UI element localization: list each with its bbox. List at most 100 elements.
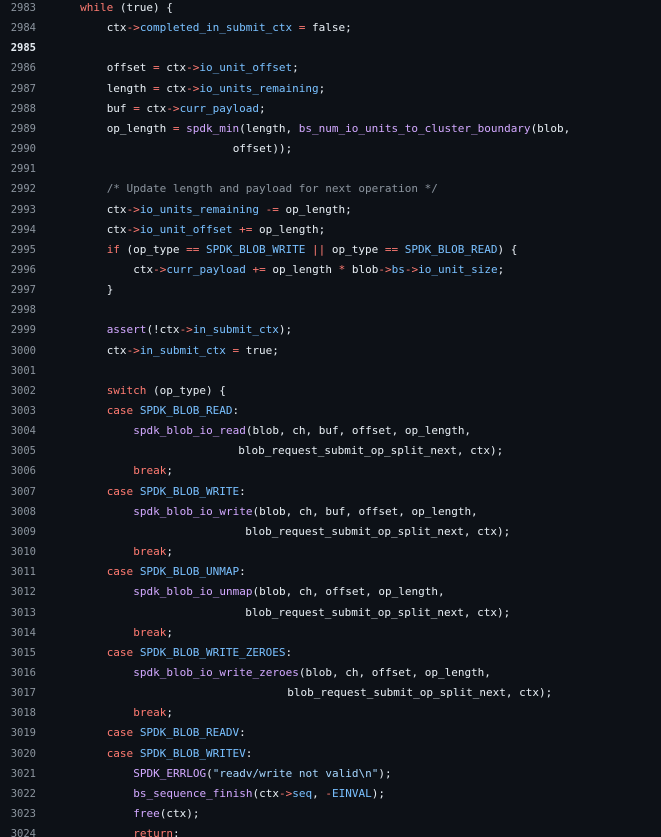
code-token: io_units_remaining: [139, 202, 260, 216]
code-token: spdk_blob_io_write: [133, 504, 253, 518]
line-number[interactable]: 3020: [0, 746, 36, 762]
line-code: ctx->io_units_remaining -= op_length;: [107, 202, 352, 218]
code-token: case: [106, 746, 134, 760]
line-number[interactable]: 2998: [0, 302, 36, 318]
line-number[interactable]: 3000: [0, 343, 36, 359]
line-number[interactable]: 2999: [0, 322, 36, 338]
line-number[interactable]: 3018: [0, 705, 36, 721]
code-token: ctx: [133, 262, 154, 276]
code-line: 2990 offset));: [0, 139, 661, 159]
code-token: offset: [106, 61, 154, 75]
code-token: :: [239, 484, 246, 498]
line-number[interactable]: 2983: [0, 0, 36, 16]
code-line: 2995 if (op_type == SPDK_BLOB_WRITE || op…: [0, 240, 661, 260]
line-number[interactable]: 3024: [0, 826, 36, 837]
line-number[interactable]: 3008: [0, 504, 36, 520]
line-number[interactable]: 2991: [0, 161, 36, 177]
line-number[interactable]: 3006: [0, 463, 36, 479]
code-token: (op_type: [119, 242, 187, 256]
line-number[interactable]: 3022: [0, 786, 36, 802]
line-number[interactable]: 3005: [0, 443, 36, 459]
code-token: case: [106, 726, 134, 740]
line-number[interactable]: 2987: [0, 81, 36, 97]
line-number[interactable]: 3017: [0, 685, 36, 701]
code-token: ;: [166, 464, 174, 478]
code-token: (blob, ch, offset, op_length,: [298, 665, 491, 679]
line-number[interactable]: 3010: [0, 544, 36, 560]
code-token: ||: [312, 242, 326, 256]
code-token: (ctx: [252, 786, 280, 800]
code-token: ,: [312, 786, 326, 800]
code-view: 2983 while (true) {2984 ctx->completed_in_…: [0, 0, 661, 837]
code-token: :: [285, 645, 293, 659]
code-token: SPDK_BLOB_WRITE: [206, 242, 306, 256]
line-number[interactable]: 3015: [0, 645, 36, 661]
code-token: =: [133, 101, 140, 115]
line-number[interactable]: 2984: [0, 20, 36, 36]
line-number[interactable]: 2997: [0, 282, 36, 298]
line-number[interactable]: 3023: [0, 806, 36, 822]
code-token: =: [172, 121, 180, 135]
line-number[interactable]: 2985: [0, 40, 36, 56]
code-token: ==: [384, 242, 399, 256]
code-line: 2992 /* Update length and payload for nex…: [0, 179, 661, 199]
line-number[interactable]: 3003: [0, 403, 36, 419]
code-token: ;: [318, 81, 326, 95]
line-code: offset = ctx->io_unit_offset;: [107, 60, 299, 76]
line-number[interactable]: 3014: [0, 625, 36, 641]
code-token: ->: [166, 101, 180, 115]
line-number[interactable]: 2994: [0, 222, 36, 238]
code-token: SPDK_BLOB_READ: [139, 404, 233, 417]
code-line: 3001: [0, 361, 661, 381]
code-token: /* Update length and payload for next op…: [106, 182, 438, 196]
line-code: ctx->completed_in_submit_ctx = false;: [107, 20, 352, 36]
line-number[interactable]: 2992: [0, 181, 36, 197]
code-line: 3007 case SPDK_BLOB_WRITE:: [0, 482, 661, 502]
line-number[interactable]: 2986: [0, 60, 36, 76]
code-token: assert: [106, 323, 147, 337]
code-token: ;: [259, 101, 266, 115]
line-number[interactable]: 2995: [0, 242, 36, 258]
code-token: (length,: [239, 121, 299, 135]
line-number[interactable]: 3019: [0, 725, 36, 741]
line-number[interactable]: 2996: [0, 262, 36, 278]
line-number[interactable]: 2990: [0, 141, 36, 157]
line-number[interactable]: 3004: [0, 423, 36, 439]
code-token: :: [245, 746, 253, 760]
line-number[interactable]: 2989: [0, 121, 36, 137]
line-number[interactable]: 3021: [0, 766, 36, 782]
line-number[interactable]: 3016: [0, 665, 36, 681]
code-token: blob_request_submit_op_split_next, ctx);: [245, 524, 511, 538]
line-code: ctx->curr_payload += op_length * blob->b…: [133, 262, 504, 278]
line-number[interactable]: 3013: [0, 605, 36, 621]
line-number[interactable]: 2988: [0, 101, 36, 117]
line-code: break;: [133, 544, 173, 560]
code-token: SPDK_BLOB_WRITEV: [139, 746, 246, 760]
code-line: 3020 case SPDK_BLOB_WRITEV:: [0, 744, 661, 764]
line-code: spdk_blob_io_unmap(blob, ch, offset, op_…: [133, 584, 444, 600]
line-code: case SPDK_BLOB_WRITE_ZEROES:: [107, 645, 292, 661]
code-token: SPDK_BLOB_WRITE_ZEROES: [139, 645, 286, 659]
code-token: case: [106, 404, 134, 417]
line-number[interactable]: 3002: [0, 383, 36, 399]
code-token: while: [80, 1, 114, 14]
code-token: case: [106, 645, 134, 659]
code-token: op_type: [325, 242, 385, 256]
code-token: SPDK_BLOB_READ: [404, 242, 498, 256]
code-token: (!ctx: [146, 323, 180, 337]
code-token: bs: [391, 262, 405, 276]
line-code: case SPDK_BLOB_READV:: [107, 725, 246, 741]
code-line: 2983 while (true) {: [0, 0, 661, 18]
line-number[interactable]: 3012: [0, 584, 36, 600]
line-number[interactable]: 3011: [0, 564, 36, 580]
line-code: offset));: [233, 141, 293, 157]
code-token: SPDK_BLOB_UNMAP: [139, 565, 240, 579]
line-code: buf = ctx->curr_payload;: [107, 101, 266, 117]
line-number[interactable]: 3007: [0, 484, 36, 500]
line-number[interactable]: 3009: [0, 524, 36, 540]
line-number[interactable]: 3001: [0, 363, 36, 379]
line-number[interactable]: 2993: [0, 202, 36, 218]
